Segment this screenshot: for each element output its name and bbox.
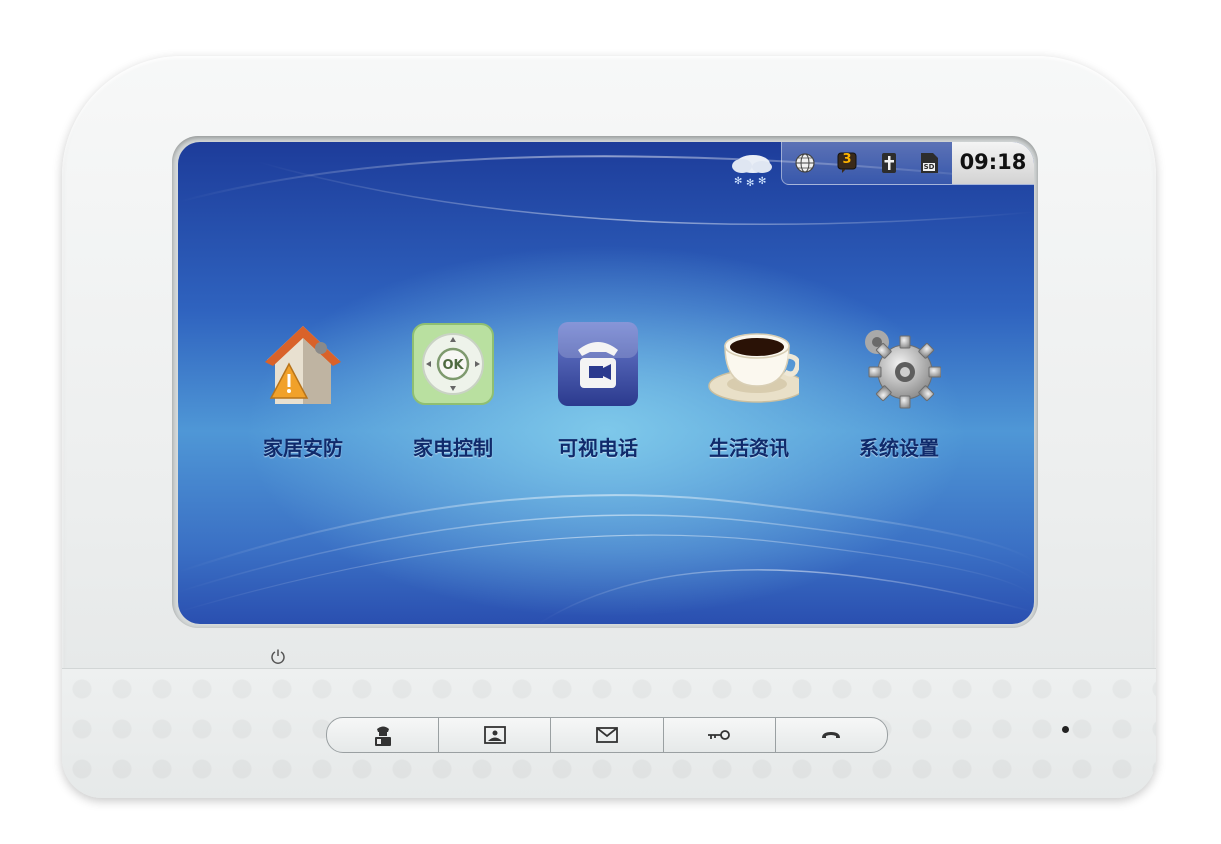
app-label: 家电控制 xyxy=(413,436,493,460)
mail-button[interactable] xyxy=(551,718,664,752)
gear-icon xyxy=(865,330,941,409)
touch-screen: ✻ ✻ ✻ 3 SD 09:18 家居安防 OK 家电控制 可视电话 生活资讯 … xyxy=(178,142,1034,624)
svg-text:✻: ✻ xyxy=(734,176,742,187)
coffee-cup-icon xyxy=(708,333,799,403)
guard-button[interactable] xyxy=(327,718,440,752)
app-grid: 家居安防 OK 家电控制 可视电话 生活资讯 系统设置 xyxy=(178,320,1034,480)
status-bar: 3 SD 09:18 xyxy=(781,142,1034,185)
home-alarm-icon xyxy=(265,326,341,404)
power-icon[interactable] xyxy=(270,648,286,664)
app-home-security[interactable]: 家居安防 xyxy=(228,320,378,480)
message-badge-icon[interactable]: 3 xyxy=(836,151,858,173)
sd-card-icon[interactable]: SD xyxy=(918,151,940,175)
ok-button-text: OK xyxy=(442,358,464,373)
sd-card-label: SD xyxy=(923,163,935,171)
hardware-button-bar xyxy=(326,717,888,753)
intercom-monitor: ✻ ✻ ✻ 3 SD 09:18 家居安防 OK 家电控制 可视电话 生活资讯 … xyxy=(62,56,1156,798)
picture-button[interactable] xyxy=(439,718,552,752)
hangup-button[interactable] xyxy=(776,718,887,752)
app-label: 系统设置 xyxy=(859,436,939,460)
app-video-phone[interactable]: 可视电话 xyxy=(523,320,673,480)
clock: 09:18 xyxy=(952,142,1034,184)
picture-icon xyxy=(483,726,506,744)
message-count: 3 xyxy=(842,152,852,167)
cross-icon[interactable] xyxy=(878,152,900,174)
key-icon xyxy=(708,730,731,740)
video-phone-icon xyxy=(558,322,638,406)
app-label: 可视电话 xyxy=(558,436,638,460)
app-system-settings[interactable]: 系统设置 xyxy=(824,320,974,480)
svg-text:✻: ✻ xyxy=(746,178,754,188)
guard-icon xyxy=(374,726,391,746)
remote-control-icon: OK xyxy=(412,323,494,405)
key-button[interactable] xyxy=(664,718,776,752)
app-appliance-control[interactable]: OK 家电控制 xyxy=(378,320,528,480)
app-label: 生活资讯 xyxy=(709,436,789,460)
microphone-hole xyxy=(1062,726,1069,733)
globe-icon[interactable] xyxy=(794,152,816,174)
hangup-icon xyxy=(822,732,841,738)
app-life-info[interactable]: 生活资讯 xyxy=(674,320,824,480)
svg-text:✻: ✻ xyxy=(758,176,766,187)
weather-snow-cloud-icon: ✻ ✻ ✻ xyxy=(732,155,772,188)
app-label: 家居安防 xyxy=(263,436,343,460)
mail-icon xyxy=(596,727,618,743)
